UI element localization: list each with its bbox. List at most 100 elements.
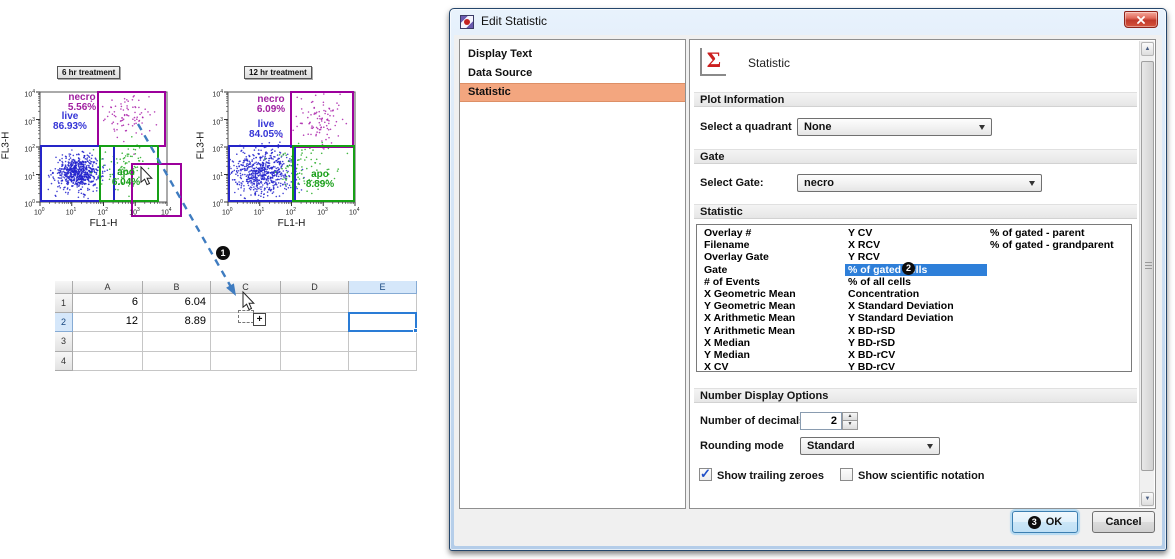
scrollbar-grip	[1145, 262, 1152, 270]
y-tick-label: 102	[208, 143, 223, 154]
cell-D1[interactable]	[281, 294, 349, 313]
close-button[interactable]	[1124, 11, 1158, 28]
stat-option[interactable]: Y BD-rCV	[845, 361, 987, 372]
cell-A1[interactable]: 6	[73, 294, 143, 313]
gate-percent: 6.04%	[106, 178, 146, 188]
stat-option[interactable]: Y CV	[845, 227, 987, 239]
cell-B3[interactable]	[143, 332, 211, 352]
cell-D2[interactable]	[281, 313, 349, 332]
x-tick-label: 102	[98, 206, 109, 217]
stat-option[interactable]: X BD-rCV	[845, 349, 987, 361]
stat-option[interactable]: Y Median	[701, 349, 843, 361]
gate-necro-6hr[interactable]	[98, 92, 165, 146]
quadrant-dropdown[interactable]: None	[797, 118, 992, 136]
rounding-dropdown[interactable]: Standard	[800, 437, 940, 455]
stat-option[interactable]: Y RCV	[845, 251, 987, 263]
cell-B1[interactable]: 6.04	[143, 294, 211, 313]
vertical-scrollbar[interactable]: ▲ ▼	[1139, 41, 1154, 507]
cell-A2[interactable]: 12	[73, 313, 143, 332]
trailing-zeroes-checkbox[interactable]: ✓	[699, 468, 712, 481]
nav-item-data-source[interactable]: Data Source	[460, 64, 685, 83]
check-icon: ✓	[700, 466, 711, 482]
cell-A4[interactable]	[73, 352, 143, 371]
stat-option[interactable]: Concentration	[845, 288, 987, 300]
scroll-down-button[interactable]: ▼	[1141, 492, 1154, 506]
cell-B2[interactable]: 8.89	[143, 313, 211, 332]
cell-C3[interactable]	[211, 332, 281, 352]
ok-button[interactable]: 3 OK	[1012, 511, 1078, 533]
dialog-title: Edit Statistic	[481, 14, 547, 28]
column-header-C[interactable]: C	[211, 281, 281, 294]
panel-heading: Statistic	[748, 56, 790, 70]
scroll-up-button[interactable]: ▲	[1141, 42, 1154, 56]
row-header-1[interactable]: 1	[55, 294, 73, 313]
cell-B4[interactable]	[143, 352, 211, 371]
stat-option[interactable]: X Geometric Mean	[701, 288, 843, 300]
stat-option[interactable]: Y Arithmetic Mean	[701, 325, 843, 337]
y-tick-label: 103	[20, 116, 35, 127]
section-gate: Gate	[694, 149, 1137, 164]
row-header-2[interactable]: 2	[55, 313, 73, 332]
section-statistic: Statistic	[694, 204, 1137, 219]
scrollbar-thumb[interactable]	[1141, 61, 1154, 471]
gate-percent: 6.09%	[250, 105, 292, 115]
stat-option[interactable]: % of gated cells	[845, 264, 987, 276]
stat-option[interactable]: Gate	[701, 264, 843, 276]
gate-percent: 84.05%	[242, 130, 290, 140]
stat-option[interactable]: X CV	[701, 361, 843, 372]
cell-E3[interactable]	[349, 332, 417, 352]
stat-option[interactable]: X Arithmetic Mean	[701, 312, 843, 324]
stat-option[interactable]: Y BD-rSD	[845, 337, 987, 349]
stat-option[interactable]: Y Geometric Mean	[701, 300, 843, 312]
stat-option[interactable]: % of all cells	[845, 276, 987, 288]
stat-option[interactable]: Overlay #	[701, 227, 843, 239]
cell-C4[interactable]	[211, 352, 281, 371]
sheet-corner[interactable]	[55, 281, 73, 294]
spinner-up-button[interactable]: ▲	[842, 412, 858, 421]
cell-D3[interactable]	[281, 332, 349, 352]
stat-option[interactable]: X RCV	[845, 239, 987, 251]
y-tick-label: 104	[208, 88, 223, 99]
x-tick-label: 103	[129, 206, 140, 217]
nav-item-display-text[interactable]: Display Text	[460, 45, 685, 64]
nav-item-statistic[interactable]: Statistic	[460, 83, 685, 102]
drag-copy-plus-icon: +	[253, 313, 266, 326]
decimals-value[interactable]: 2	[800, 412, 842, 430]
section-number-display: Number Display Options	[694, 388, 1137, 403]
plot2-necro-label: necro 6.09%	[250, 95, 292, 115]
stat-option[interactable]: X BD-rSD	[845, 325, 987, 337]
cell-A3[interactable]	[73, 332, 143, 352]
stat-option[interactable]: X Standard Deviation	[845, 300, 987, 312]
gate-live-12hr[interactable]	[229, 146, 295, 201]
stat-option[interactable]: % of gated - parent	[987, 227, 1130, 239]
cell-D4[interactable]	[281, 352, 349, 371]
cell-E1[interactable]	[349, 294, 417, 313]
stat-option[interactable]: % of gated - grandparent	[987, 239, 1130, 251]
row-header-3[interactable]: 3	[55, 332, 73, 352]
rounding-value: Standard	[807, 440, 855, 452]
spinner-down-button[interactable]: ▼	[842, 421, 858, 430]
trailing-zeroes-label: Show trailing zeroes	[717, 470, 824, 482]
column-header-B[interactable]: B	[143, 281, 211, 294]
cancel-button[interactable]: Cancel	[1092, 511, 1155, 533]
stat-option[interactable]: Y Standard Deviation	[845, 312, 987, 324]
stat-option[interactable]: # of Events	[701, 276, 843, 288]
dialog-content: Display TextData SourceStatistic Σ Stati…	[454, 35, 1162, 546]
gate-necro-12hr[interactable]	[291, 92, 353, 147]
stat-option[interactable]: X Median	[701, 337, 843, 349]
column-header-A[interactable]: A	[73, 281, 143, 294]
quadrant-value: None	[804, 121, 832, 133]
stat-option[interactable]: Overlay Gate	[701, 251, 843, 263]
stat-option[interactable]: Filename	[701, 239, 843, 251]
gate-live-6hr[interactable]	[41, 146, 114, 201]
cell-E4[interactable]	[349, 352, 417, 371]
row-header-4[interactable]: 4	[55, 352, 73, 371]
dialog-titlebar[interactable]: Edit Statistic	[450, 9, 1166, 35]
scientific-notation-checkbox[interactable]	[840, 468, 853, 481]
column-header-D[interactable]: D	[281, 281, 349, 294]
gate-dropdown[interactable]: necro	[797, 174, 1042, 192]
statistic-listbox[interactable]: 2 Overlay #FilenameOverlay GateGate# of …	[696, 224, 1132, 372]
column-header-E[interactable]: E	[349, 281, 417, 294]
fill-handle[interactable]	[413, 328, 418, 333]
ok-button-label: OK	[1046, 516, 1063, 528]
